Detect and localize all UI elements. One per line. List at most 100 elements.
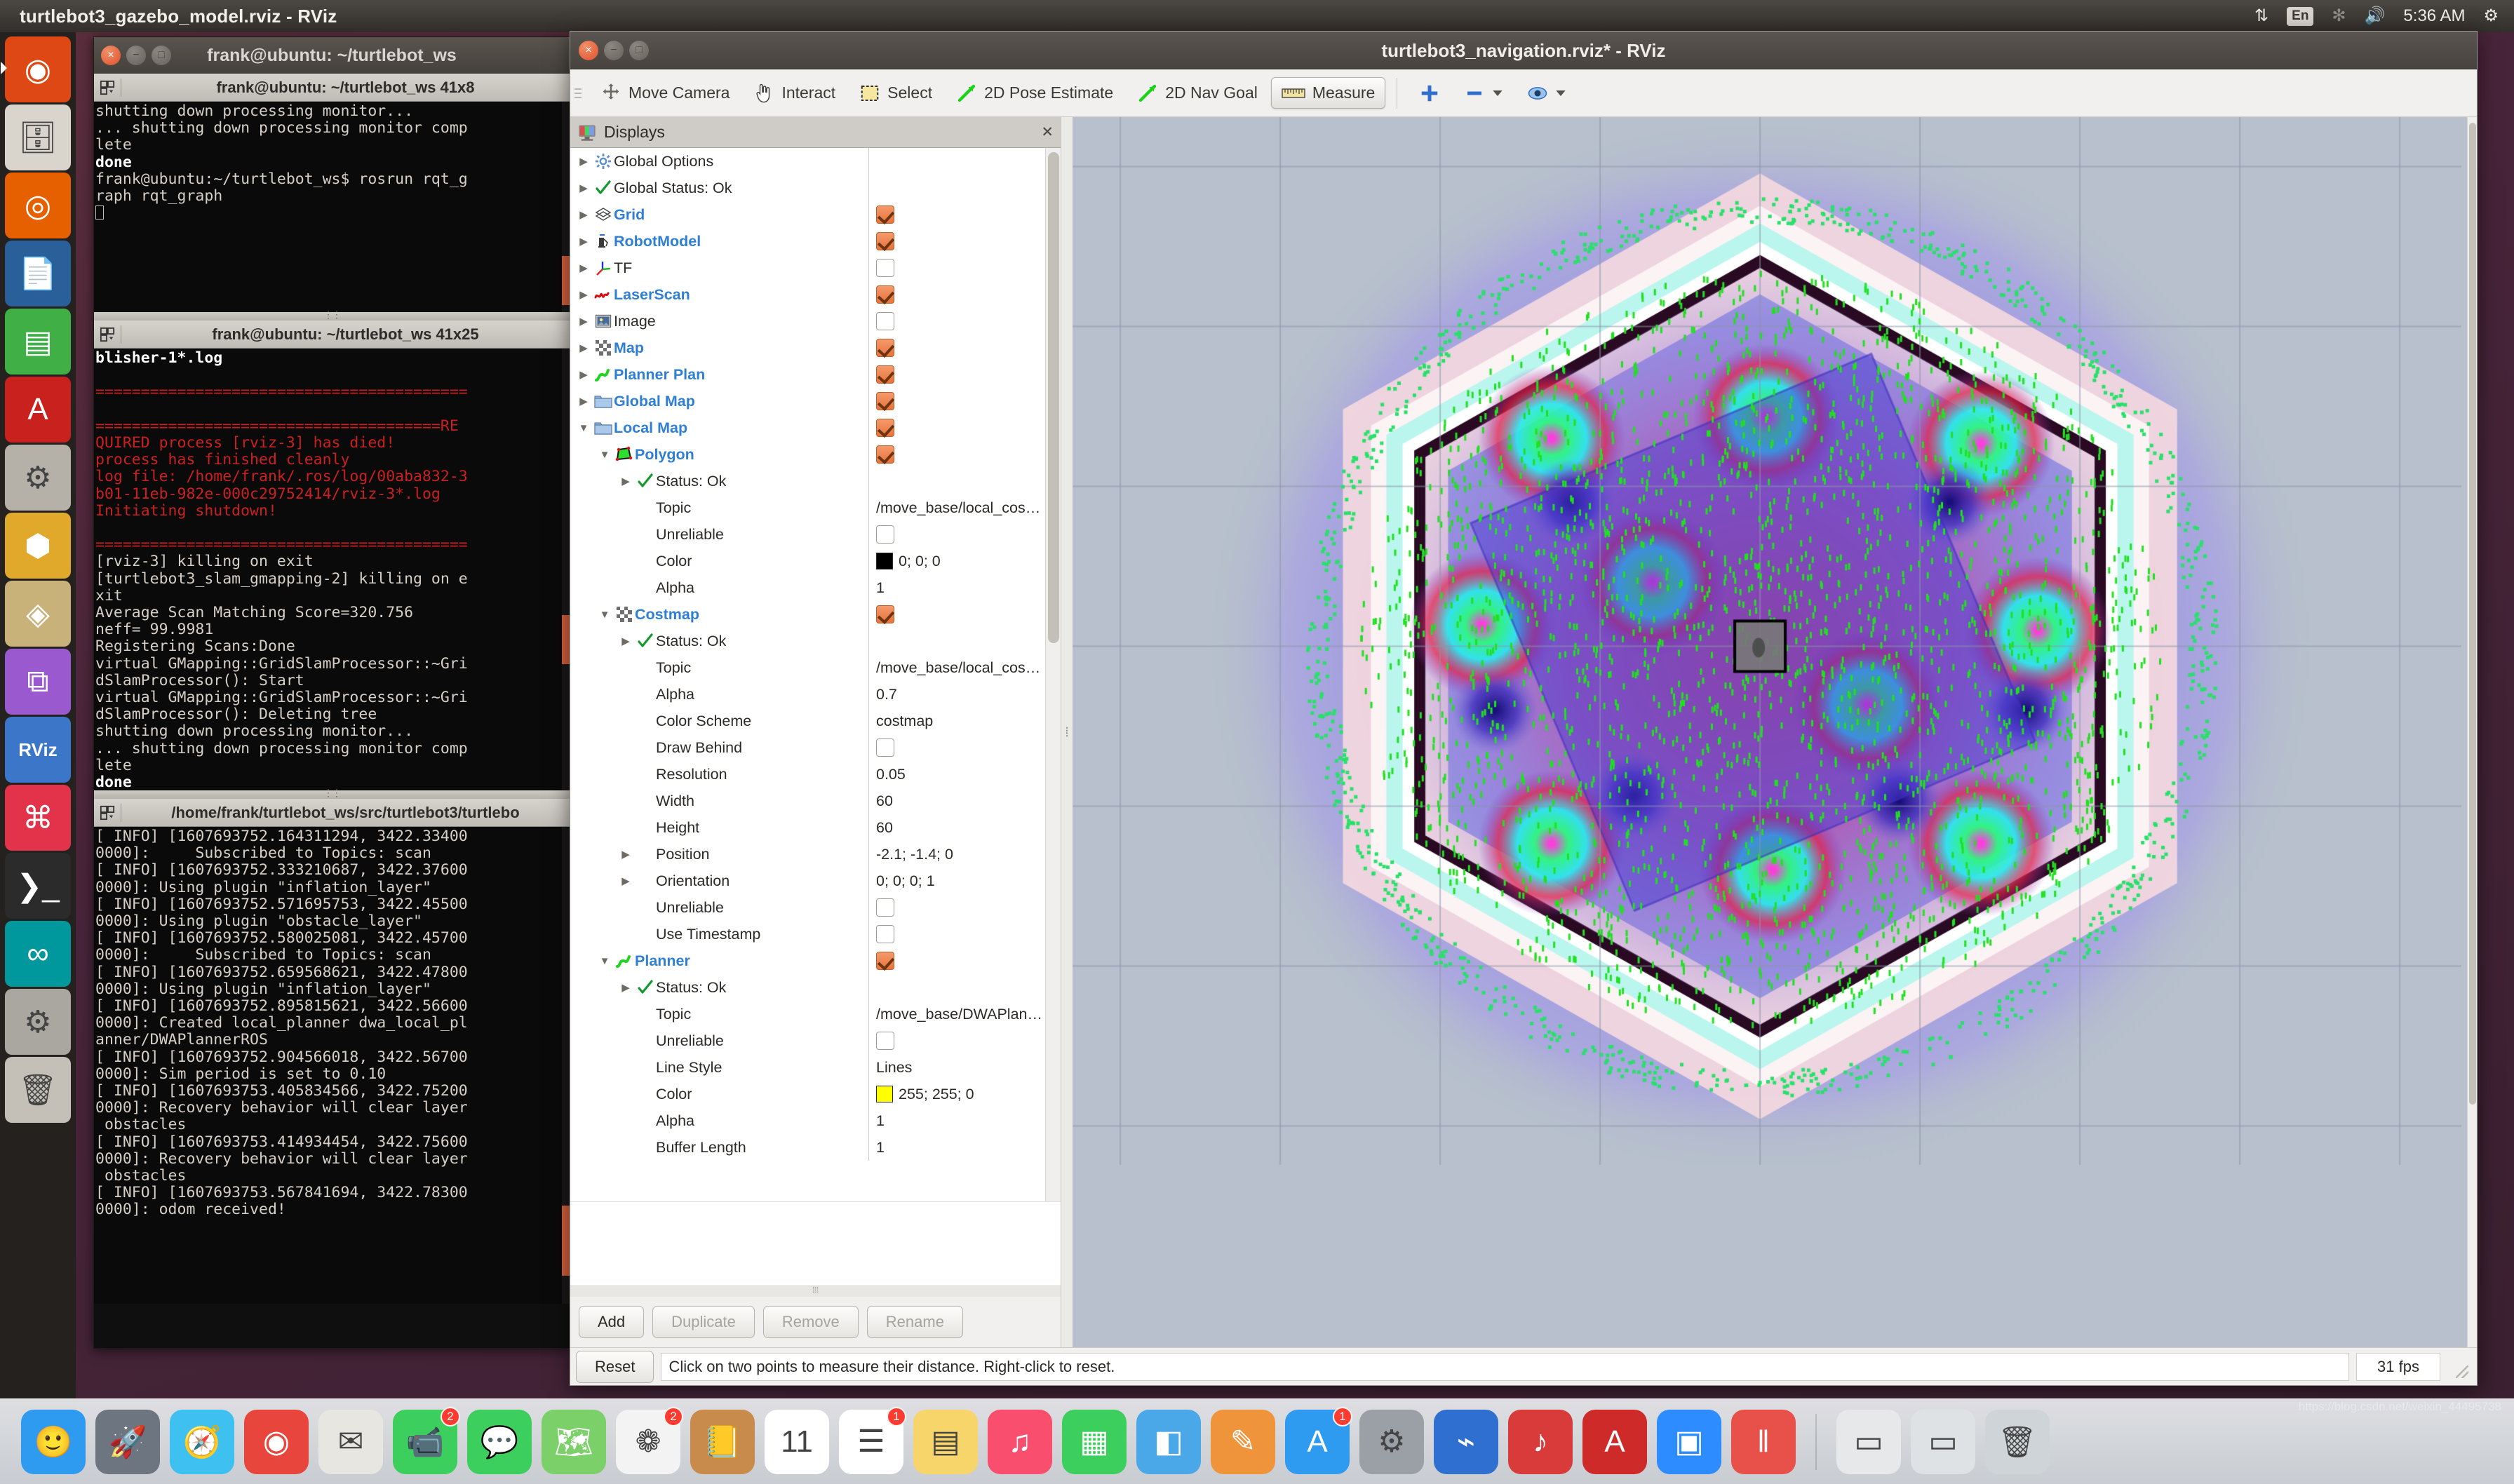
clock[interactable]: 5:36 AM — [2403, 6, 2465, 26]
display-row-status-ok[interactable]: Status: Ok — [570, 628, 1045, 654]
display-row-unreliable[interactable]: Unreliable — [570, 521, 1045, 548]
color-swatch[interactable] — [876, 1086, 893, 1102]
chevron-right-icon[interactable] — [617, 981, 635, 994]
display-row-planner[interactable]: Planner — [570, 947, 1045, 974]
display-row-alpha[interactable]: Alpha1 — [570, 1107, 1045, 1134]
launcher-item-gazebo[interactable]: ◈ — [5, 581, 71, 647]
view-scrollbar[interactable] — [2467, 117, 2477, 1347]
launcher-item-files[interactable]: 🗄 — [5, 104, 71, 170]
display-row-topic[interactable]: Topic/move_base/DWAPlan… — [570, 1001, 1045, 1027]
dock-item-reminders[interactable]: ☰1 — [839, 1410, 903, 1474]
toolbar-2d-pose-estimate-button[interactable]: 2D Pose Estimate — [946, 76, 1124, 110]
chevron-down-icon[interactable] — [574, 422, 593, 434]
add-button[interactable]: Add — [579, 1306, 644, 1338]
dock-item-music[interactable]: ♫ — [988, 1410, 1052, 1474]
display-row-grid[interactable]: Grid — [570, 201, 1045, 228]
rviz-3d-view[interactable] — [1073, 117, 2467, 1347]
display-row-value[interactable]: 0.05 — [868, 761, 1045, 788]
display-row-value[interactable] — [868, 521, 1045, 548]
chevron-right-icon[interactable] — [617, 635, 635, 647]
display-row-buffer-length[interactable]: Buffer Length1 — [570, 1134, 1045, 1161]
launcher-item-system-settings[interactable]: ⚙ — [5, 989, 71, 1055]
network-up-down-icon[interactable]: ⇅ — [2254, 8, 2268, 25]
display-row-topic[interactable]: Topic/move_base/local_cos… — [570, 654, 1045, 681]
launcher-item-pycharm[interactable]: ⌘ — [5, 785, 71, 851]
display-row-value[interactable]: 1 — [868, 1107, 1045, 1134]
display-row-color-scheme[interactable]: Color Schemecostmap — [570, 708, 1045, 734]
display-row-map[interactable]: Map — [570, 335, 1045, 361]
dock-item-mail-stamp[interactable]: ✉ — [318, 1410, 383, 1474]
displays-horizontal-scrollbar[interactable] — [570, 1286, 1061, 1297]
dock-item-notes[interactable]: ▤ — [913, 1410, 978, 1474]
display-row-line-style[interactable]: Line StyleLines — [570, 1054, 1045, 1081]
display-row-image[interactable]: Image — [570, 308, 1045, 335]
display-row-orientation[interactable]: Orientation0; 0; 0; 1 — [570, 868, 1045, 894]
display-row-value[interactable]: 60 — [868, 788, 1045, 814]
volume-icon[interactable]: 🔊 — [2365, 8, 2386, 25]
chevron-right-icon[interactable] — [574, 262, 593, 274]
checkbox-local-map[interactable] — [876, 419, 894, 437]
display-row-value[interactable] — [868, 335, 1045, 361]
launcher-item-libreoffice-calc[interactable]: ▤ — [5, 309, 71, 375]
checkbox-map[interactable] — [876, 339, 894, 357]
remove-tool-icon[interactable] — [1453, 76, 1514, 110]
checkbox-robotmodel[interactable] — [876, 232, 894, 250]
display-row-height[interactable]: Height60 — [570, 814, 1045, 841]
dock-item-system-preferences[interactable]: ⚙ — [1359, 1410, 1424, 1474]
terminal-output-2[interactable]: [ INFO] [1607693752.164311294, 3422.3340… — [94, 827, 570, 1304]
checkbox-use-timestamp[interactable] — [876, 925, 894, 943]
display-row-value[interactable] — [868, 281, 1045, 308]
launcher-item-firefox[interactable]: ◎ — [5, 173, 71, 238]
display-row-value[interactable] — [868, 308, 1045, 335]
launcher-item-ubuntu-dash[interactable]: ◉ — [5, 36, 71, 102]
checkbox-planner[interactable] — [876, 952, 894, 970]
display-row-value[interactable]: 0; 0; 0; 1 — [868, 868, 1045, 894]
display-row-value[interactable] — [868, 361, 1045, 388]
display-row-polygon[interactable]: Polygon — [570, 441, 1045, 468]
terminal-output-1[interactable]: blisher-1*.log =========================… — [94, 349, 570, 790]
chevron-right-icon[interactable] — [574, 342, 593, 354]
toolbar-grip[interactable] — [574, 80, 584, 107]
chevron-right-icon[interactable] — [574, 395, 593, 407]
display-row-value[interactable] — [868, 148, 1045, 175]
display-row-value[interactable] — [868, 974, 1045, 1001]
chevron-right-icon[interactable] — [574, 368, 593, 381]
chevron-right-icon[interactable] — [617, 475, 635, 487]
color-swatch[interactable] — [876, 553, 893, 569]
bluetooth-icon[interactable]: ✻ — [2332, 8, 2346, 25]
terminal-window[interactable]: × − □ frank@ubuntu: ~/turtlebot_ws frank… — [93, 36, 570, 1349]
checkbox-laserscan[interactable] — [876, 285, 894, 304]
chevron-right-icon[interactable] — [574, 155, 593, 168]
launcher-item-arduino[interactable]: ∞ — [5, 921, 71, 987]
toolbar-select-button[interactable]: Select — [849, 76, 943, 110]
chevron-right-icon[interactable] — [617, 848, 635, 861]
reset-button[interactable]: Reset — [576, 1351, 654, 1383]
dock-item-acrobat-reader[interactable]: A — [1582, 1410, 1647, 1474]
terminal-scrollbar[interactable] — [562, 827, 570, 1304]
display-row-value[interactable]: costmap — [868, 708, 1045, 734]
terminal-tab-0[interactable]: frank@ubuntu: ~/turtlebot_ws 41x8 — [94, 74, 570, 102]
launcher-item-vscode[interactable]: ⧉ — [5, 649, 71, 715]
display-row-value[interactable] — [868, 201, 1045, 228]
add-tool-icon[interactable] — [1409, 76, 1451, 110]
checkbox-planner-plan[interactable] — [876, 365, 894, 384]
display-row-laserscan[interactable]: LaserScan — [570, 281, 1045, 308]
display-row-resolution[interactable]: Resolution0.05 — [570, 761, 1045, 788]
display-row-value[interactable]: 255; 255; 0 — [868, 1081, 1045, 1107]
display-row-global-status-ok[interactable]: Global Status: Ok — [570, 175, 1045, 201]
display-row-value[interactable]: /move_base/local_cos… — [868, 494, 1045, 521]
display-row-global-map[interactable]: Global Map — [570, 388, 1045, 414]
terminal-pane-splitter[interactable] — [94, 312, 570, 321]
dock-item-contacts[interactable]: 📒 — [690, 1410, 755, 1474]
terminal-output-0[interactable]: shutting down processing monitor...... s… — [94, 102, 570, 312]
display-row-draw-behind[interactable]: Draw Behind — [570, 734, 1045, 761]
dock-item-photos[interactable]: ❁2 — [616, 1410, 680, 1474]
terminal-pane-splitter[interactable] — [94, 790, 570, 799]
chevron-right-icon[interactable] — [617, 875, 635, 887]
dock-item-messages[interactable]: 💬 — [467, 1410, 532, 1474]
checkbox-unreliable[interactable] — [876, 898, 894, 917]
close-icon[interactable]: ✕ — [1041, 123, 1054, 141]
display-row-value[interactable] — [868, 228, 1045, 255]
display-row-local-map[interactable]: Local Map — [570, 414, 1045, 441]
display-row-unreliable[interactable]: Unreliable — [570, 894, 1045, 921]
